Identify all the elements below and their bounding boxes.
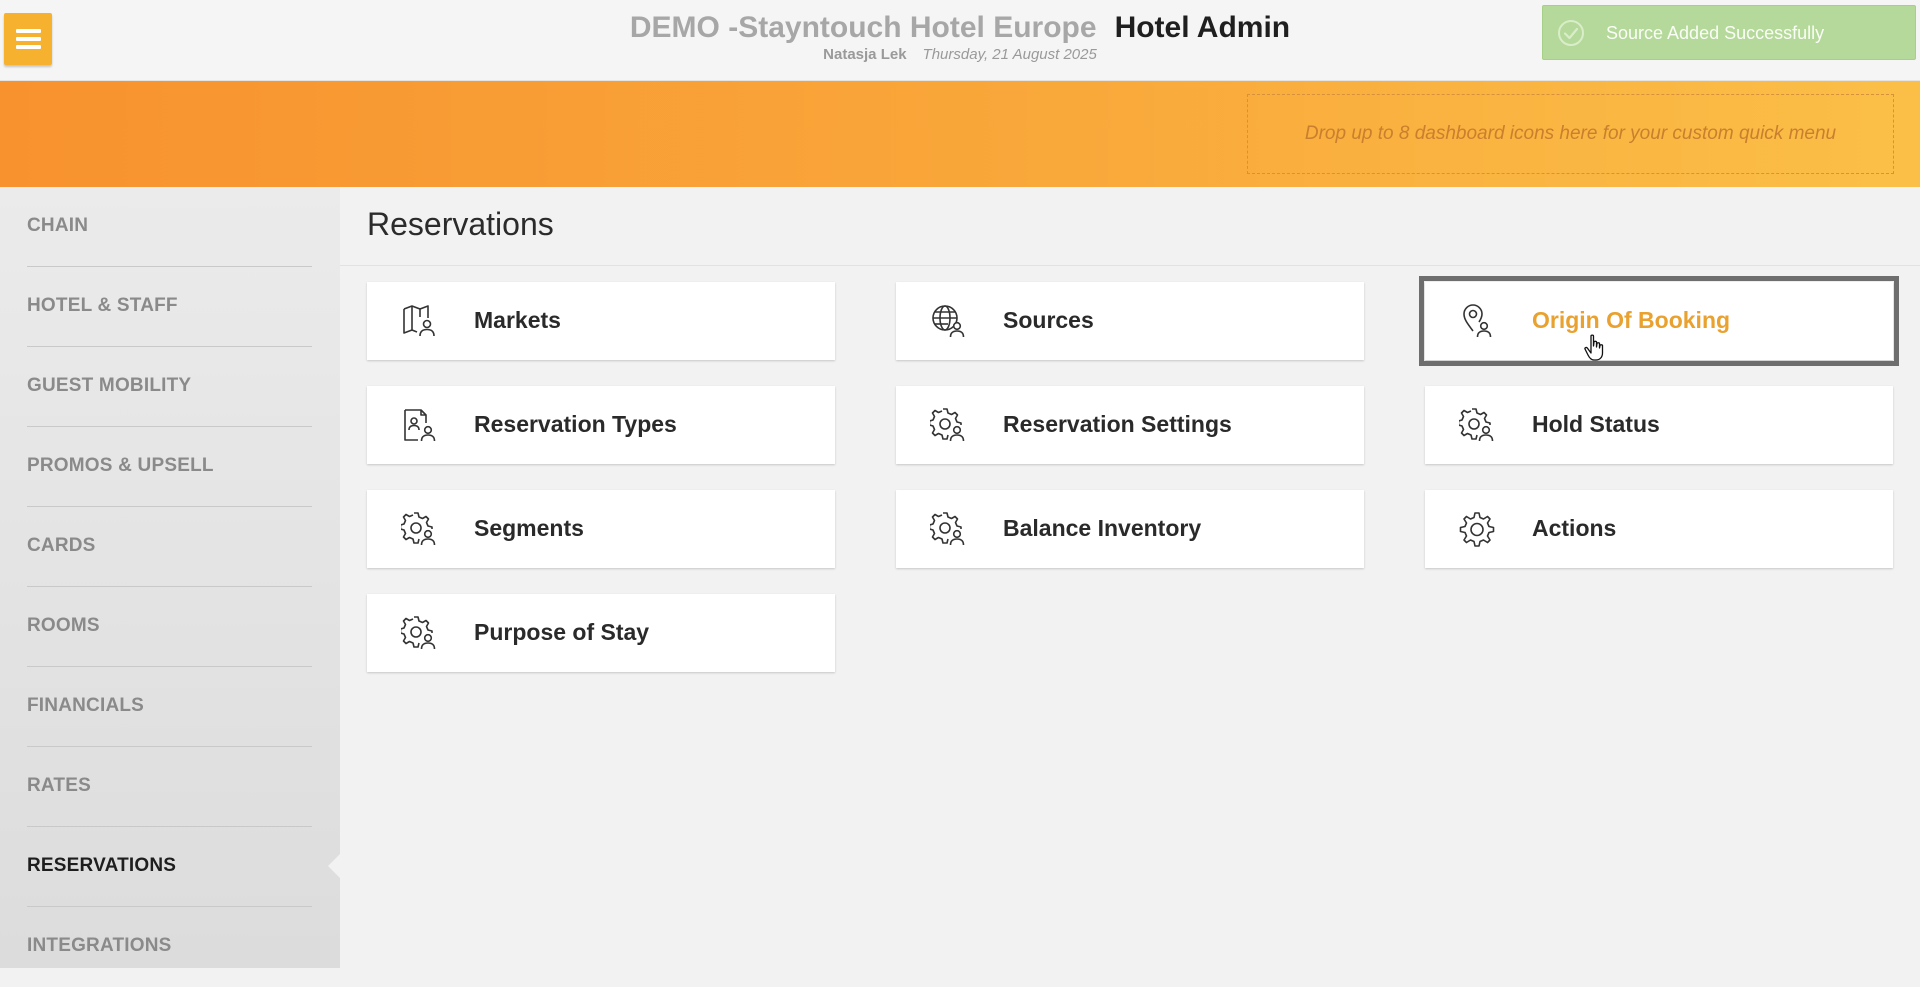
sidebar-item-label: RESERVATIONS (27, 855, 177, 876)
gear-user-icon (401, 512, 436, 546)
card-label: Purpose of Stay (474, 619, 650, 645)
sidebar-item-guest-mobility[interactable]: GUEST MOBILITY (27, 347, 312, 427)
app-title: Hotel Admin (1114, 11, 1291, 44)
sidebar-item-label: CARDS (27, 535, 96, 556)
quick-menu-dropzone[interactable]: Drop up to 8 dashboard icons here for yo… (1247, 94, 1894, 174)
hotel-name: DEMO -Stayntouch Hotel Europe (629, 11, 1097, 44)
divider (340, 265, 1920, 266)
card-label: Balance Inventory (1003, 515, 1202, 541)
gear-user-icon (930, 512, 965, 546)
current-date: Thursday, 21 August 2025 (922, 46, 1097, 63)
hand-cursor-icon (1584, 334, 1604, 361)
map-user-icon (403, 305, 435, 337)
toast-message: Source Added Successfully (1606, 23, 1825, 43)
gear-user-icon (930, 408, 965, 442)
page-title: Reservations (367, 206, 554, 242)
document-user-icon (404, 409, 436, 442)
sidebar-item-label: GUEST MOBILITY (27, 375, 192, 396)
sidebar-item-label: INTEGRATIONS (27, 935, 172, 956)
card-reservation-settings[interactable]: Reservation Settings (896, 386, 1364, 464)
gear-user-icon (401, 616, 436, 650)
sidebar-item-rooms[interactable]: ROOMS (27, 587, 312, 667)
sidebar-item-reservations[interactable]: RESERVATIONS (27, 827, 312, 907)
sidebar-item-promos-upsell[interactable]: PROMOS & UPSELL (27, 427, 312, 507)
sidebar-item-integrations[interactable]: INTEGRATIONS (27, 907, 312, 987)
dropzone-placeholder: Drop up to 8 dashboard icons here for yo… (1304, 123, 1837, 144)
card-label: Reservation Types (474, 411, 677, 437)
card-label: Reservation Settings (1003, 411, 1232, 437)
location-user-icon (1463, 304, 1492, 338)
card-segments[interactable]: Segments (367, 490, 835, 568)
sidebar-item-chain[interactable]: CHAIN (27, 187, 312, 267)
globe-user-icon (932, 305, 965, 338)
sidebar-item-rates[interactable]: RATES (27, 747, 312, 827)
sidebar: CHAIN HOTEL & STAFF GUEST MOBILITY PROMO… (0, 187, 340, 968)
user-name: Natasja Lek (823, 46, 907, 63)
card-label: Sources (1003, 307, 1094, 333)
card-label: Actions (1532, 515, 1617, 541)
card-hold-status[interactable]: Hold Status (1425, 386, 1893, 464)
top-bar: DEMO -Stayntouch Hotel Europe Hotel Admin… (0, 0, 1920, 81)
card-label: Origin Of Booking (1532, 307, 1731, 333)
card-purpose-of-stay[interactable]: Purpose of Stay (367, 594, 835, 672)
card-actions[interactable]: Actions (1425, 490, 1893, 568)
card-balance-inventory[interactable]: Balance Inventory (896, 490, 1364, 568)
card-sources[interactable]: Sources (896, 282, 1364, 360)
card-origin-of-booking[interactable]: Origin Of Booking (1419, 276, 1899, 366)
sidebar-item-cards[interactable]: CARDS (27, 507, 312, 587)
sidebar-item-label: PROMOS & UPSELL (27, 455, 214, 476)
sidebar-item-financials[interactable]: FINANCIALS (27, 667, 312, 747)
card-markets[interactable]: Markets (367, 282, 835, 360)
sidebar-item-label: CHAIN (27, 215, 89, 236)
gear-user-icon (1459, 408, 1494, 442)
card-reservation-types[interactable]: Reservation Types (367, 386, 835, 464)
card-label: Hold Status (1532, 411, 1660, 437)
check-circle-icon (1558, 20, 1584, 46)
card-label: Markets (474, 307, 561, 333)
sidebar-item-label: ROOMS (27, 615, 100, 636)
success-toast[interactable]: Source Added Successfully (1542, 5, 1916, 60)
sidebar-item-label: HOTEL & STAFF (27, 295, 178, 316)
active-indicator-arrow (328, 854, 340, 878)
sidebar-item-hotel-staff[interactable]: HOTEL & STAFF (27, 267, 312, 347)
sidebar-item-label: RATES (27, 775, 91, 796)
card-label: Segments (474, 515, 584, 541)
sidebar-item-label: FINANCIALS (27, 695, 145, 716)
gear-icon (1459, 512, 1495, 547)
